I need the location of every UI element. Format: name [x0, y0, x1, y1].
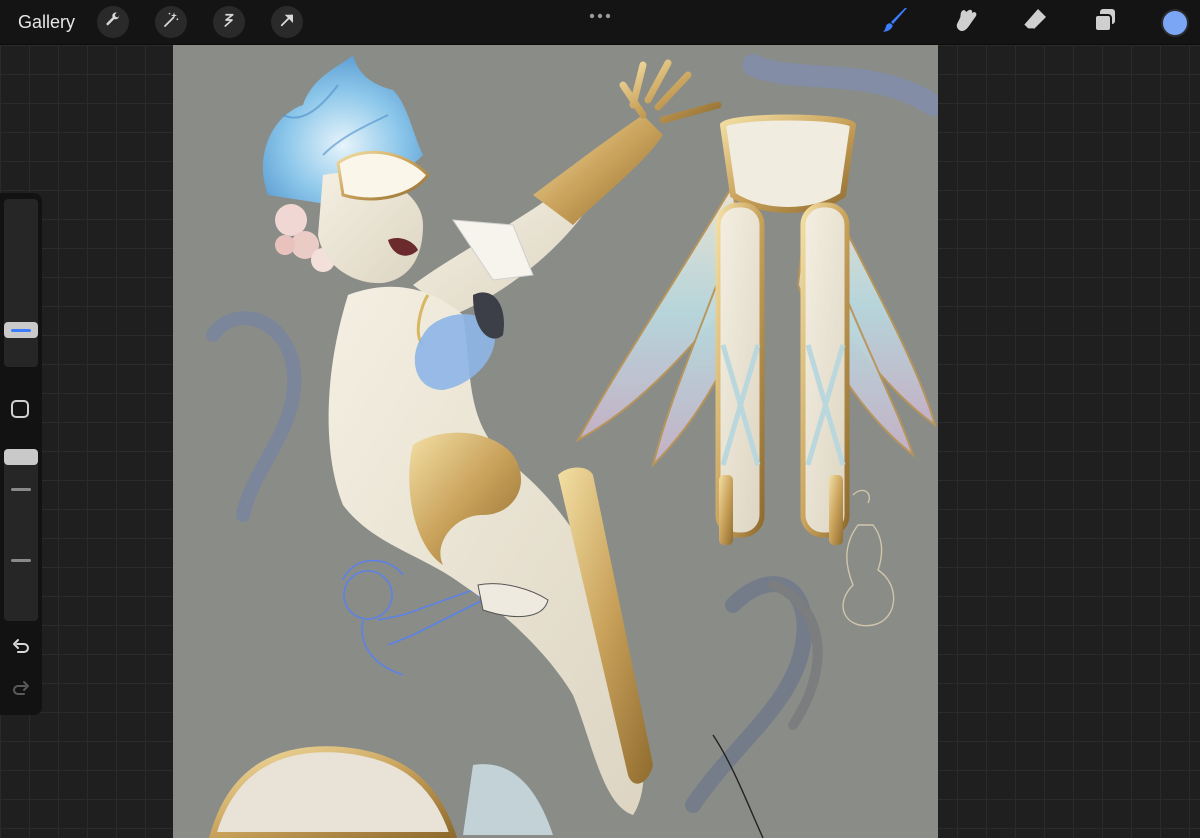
brush-size-slider[interactable] — [4, 199, 38, 367]
figure-arm — [413, 59, 722, 315]
more-options-icon[interactable] — [588, 8, 612, 19]
eraser-icon — [1021, 6, 1049, 39]
brush-tool-button[interactable] — [880, 7, 910, 37]
transform-button[interactable] — [271, 6, 303, 38]
modify-button[interactable] — [11, 400, 29, 418]
wing-armour-design — [575, 114, 937, 545]
smudge-icon — [951, 6, 979, 39]
color-swatch[interactable] — [1161, 9, 1189, 37]
artwork — [206, 54, 938, 838]
procreate-app: Gallery — [0, 0, 1200, 838]
brush-opacity-handle[interactable] — [4, 449, 38, 465]
adjustments-button[interactable] — [155, 6, 187, 38]
layers-button[interactable] — [1090, 7, 1120, 37]
brush-opacity-slider[interactable] — [4, 449, 38, 621]
brush-icon — [881, 6, 909, 39]
eraser-tool-button[interactable] — [1020, 7, 1050, 37]
selection-button[interactable] — [213, 6, 245, 38]
selection-icon — [220, 11, 238, 34]
wrench-icon — [104, 11, 122, 34]
left-sidebar — [0, 193, 42, 715]
redo-button[interactable] — [9, 677, 33, 701]
opacity-slider-tick — [11, 559, 31, 562]
brush-size-accent — [11, 329, 31, 332]
vase-sketch — [842, 489, 895, 627]
drawing-canvas[interactable] — [173, 45, 938, 838]
undo-button[interactable] — [9, 635, 33, 659]
layers-icon — [1091, 6, 1119, 39]
brush-size-handle[interactable] — [4, 322, 38, 338]
actions-button[interactable] — [97, 6, 129, 38]
opacity-slider-tick — [11, 488, 31, 491]
transform-arrow-icon — [278, 11, 296, 34]
gallery-button[interactable]: Gallery — [18, 11, 75, 33]
redo-icon — [9, 681, 33, 705]
bottom-armour-fragment — [209, 746, 458, 838]
magic-wand-icon — [162, 11, 180, 34]
top-toolbar: Gallery — [0, 0, 1200, 45]
smudge-tool-button[interactable] — [950, 7, 980, 37]
undo-icon — [9, 639, 33, 663]
